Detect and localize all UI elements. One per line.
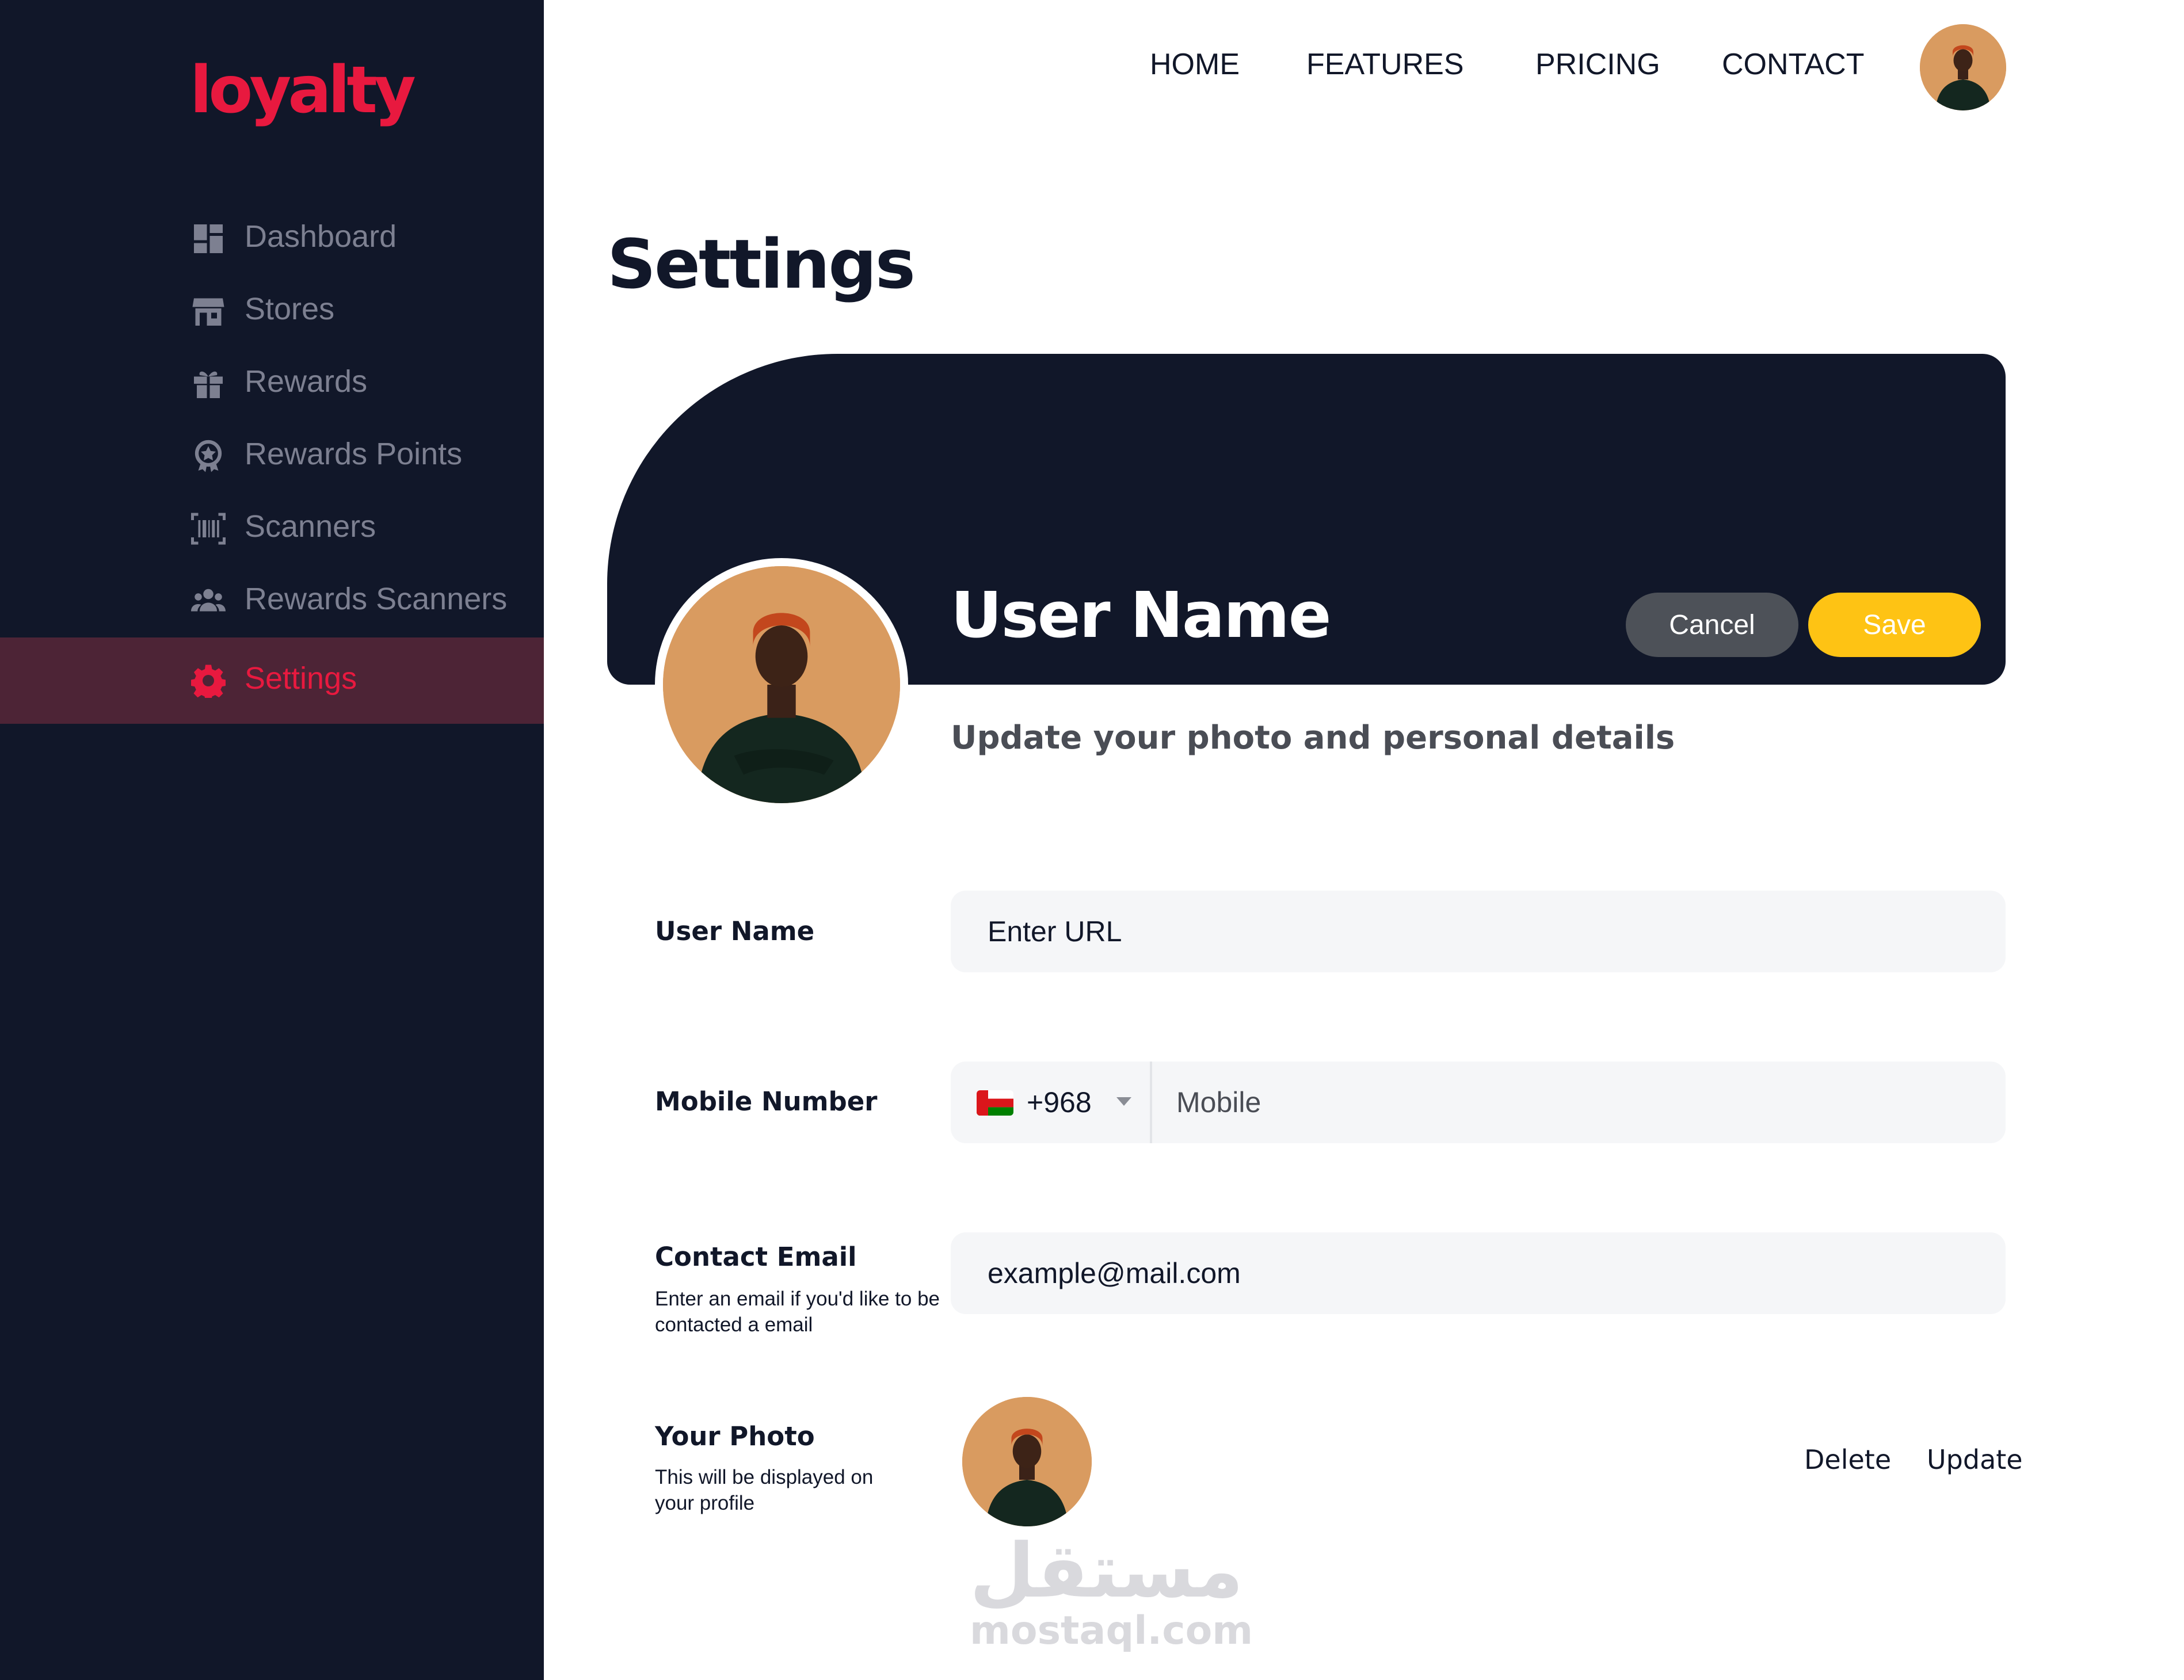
username-input[interactable]	[951, 891, 2006, 972]
email-label: Contact Email	[655, 1242, 857, 1272]
country-code: +968	[1027, 1086, 1092, 1118]
profile-name: User Name	[951, 578, 1331, 652]
save-button[interactable]: Save	[1808, 593, 1981, 657]
badge-icon	[195, 440, 222, 472]
gift-icon	[194, 371, 223, 398]
dashboard-icon	[194, 224, 223, 253]
gear-icon	[191, 665, 226, 698]
username-field	[951, 891, 2006, 972]
sidebar-item-rewards[interactable]: Rewards	[0, 348, 544, 420]
sidebar-item-label: Scanners	[245, 509, 376, 544]
sidebar-item-scanners[interactable]: Scanners	[0, 492, 544, 565]
cancel-button[interactable]: Cancel	[1626, 593, 1798, 657]
photo-preview	[962, 1397, 1092, 1526]
email-hint: Enter an email if you'd like to be conta…	[655, 1288, 940, 1336]
barcode-icon	[191, 513, 226, 545]
oman-flag-icon	[977, 1090, 1013, 1116]
sidebar-item-rewards-scanners[interactable]: Rewards Scanners	[0, 565, 544, 637]
profile-avatar	[655, 558, 908, 811]
watermark: مستقل mostaql.com	[970, 1527, 1253, 1654]
mobile-input[interactable]	[1152, 1062, 2006, 1143]
photo-label: Your Photo	[655, 1421, 815, 1452]
email-field	[951, 1232, 2006, 1314]
person-photo-icon	[962, 1397, 1092, 1526]
users-icon	[191, 589, 226, 612]
person-photo-icon	[1920, 24, 2006, 110]
mobile-input-wrap	[1152, 1062, 2006, 1143]
update-photo-button[interactable]: Update	[1927, 1444, 2023, 1475]
sidebar-item-label: Rewards Points	[245, 437, 463, 471]
delete-photo-button[interactable]: Delete	[1804, 1444, 1891, 1475]
user-avatar[interactable]	[1920, 24, 2006, 110]
brand-logo[interactable]: loyalty	[190, 53, 416, 128]
username-label: User Name	[655, 916, 815, 946]
sidebar-item-label: Dashboard	[245, 219, 397, 254]
store-icon	[192, 298, 224, 326]
watermark-latin: mostaql.com	[970, 1608, 1253, 1654]
nav-link-features[interactable]: FEATURES	[1306, 47, 1464, 82]
chevron-down-icon	[1116, 1097, 1131, 1106]
sidebar-item-rewards-points[interactable]: Rewards Points	[0, 420, 544, 492]
sidebar-item-settings[interactable]: Settings	[0, 637, 544, 724]
country-code-select[interactable]: +968	[951, 1062, 1152, 1143]
nav-link-contact[interactable]: CONTACT	[1722, 47, 1864, 82]
sidebar-item-dashboard[interactable]: Dashboard	[0, 203, 544, 275]
photo-hint: This will be displayed on your profile	[655, 1466, 874, 1514]
page-title: Settings	[607, 224, 916, 304]
sidebar-item-label: Settings	[245, 661, 357, 696]
mobile-field: +968	[951, 1062, 2006, 1143]
sidebar-item-stores[interactable]: Stores	[0, 275, 544, 348]
profile-subtitle: Update your photo and personal details	[951, 719, 1675, 757]
sidebar-item-label: Stores	[245, 292, 335, 326]
email-input[interactable]	[951, 1232, 2006, 1314]
nav-link-home[interactable]: HOME	[1150, 47, 1240, 82]
sidebar-item-label: Rewards Scanners	[245, 582, 508, 616]
mobile-label: Mobile Number	[655, 1086, 878, 1117]
person-photo-icon	[663, 566, 900, 803]
sidebar-item-label: Rewards	[245, 364, 368, 399]
sidebar: loyalty Dashboard Stores Rewards Rewards…	[0, 0, 544, 1680]
watermark-arabic: مستقل	[970, 1527, 1244, 1614]
nav-link-pricing[interactable]: PRICING	[1535, 47, 1660, 82]
